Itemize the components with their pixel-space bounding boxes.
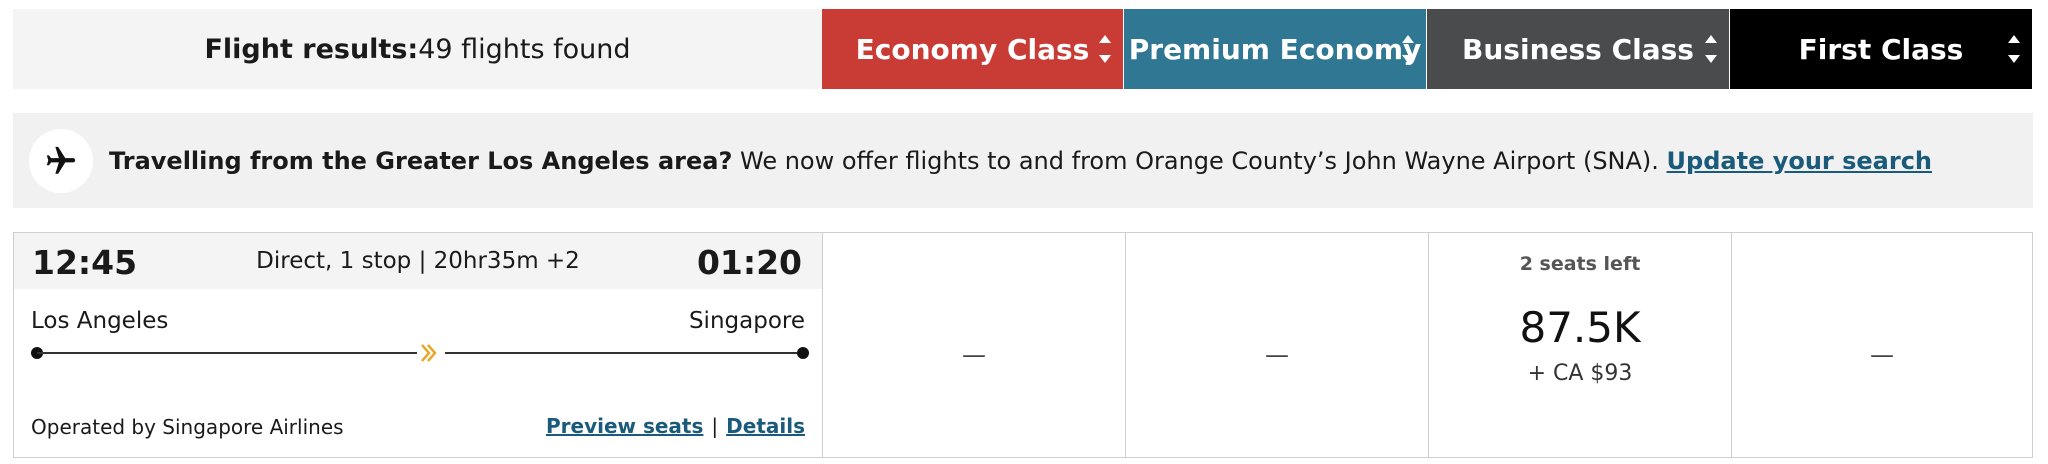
sort-arrows-icon	[1402, 35, 1416, 63]
flight-times-bar: 12:45 Direct, 1 stop | 20hr35m +2 01:20	[14, 233, 822, 289]
economy-fare-cell: —	[823, 233, 1126, 457]
sort-arrows-icon	[2008, 35, 2022, 63]
sort-arrows-icon	[1705, 35, 1719, 63]
flight-links: Preview seats | Details	[546, 414, 805, 438]
operated-by: Operated by Singapore Airlines	[31, 415, 344, 439]
info-banner: Travelling from the Greater Los Angeles …	[13, 113, 2033, 208]
economy-unavailable: —	[962, 341, 986, 369]
preview-seats-link[interactable]: Preview seats	[546, 414, 703, 438]
flight-result-row: 12:45 Direct, 1 stop | 20hr35m +2 01:20 …	[13, 232, 2033, 458]
seats-left: 2 seats left	[1519, 253, 1641, 275]
results-summary: Flight results: 49 flights found	[13, 9, 822, 89]
banner-message: Travelling from the Greater Los Angeles …	[109, 147, 1932, 175]
sort-arrows-icon	[1099, 35, 1113, 63]
destination-city: Singapore	[688, 308, 805, 334]
flight-info: 12:45 Direct, 1 stop | 20hr35m +2 01:20 …	[14, 233, 823, 457]
banner-body-text: We now offer flights to and from Orange …	[732, 146, 1667, 175]
route-segment	[445, 352, 803, 354]
sort-economy-class[interactable]: Economy Class	[822, 9, 1123, 89]
economy-class-label: Economy Class	[855, 32, 1090, 66]
business-price: 87.5K	[1519, 303, 1641, 352]
premium-economy-label: Premium Economy	[1128, 32, 1422, 66]
first-unavailable: —	[1870, 341, 1894, 369]
premium-unavailable: —	[1265, 341, 1289, 369]
update-search-link[interactable]: Update your search	[1667, 147, 1932, 175]
results-count: 49 flights found	[418, 33, 631, 65]
flight-results-page: Flight results: 49 flights found Economy…	[0, 0, 2048, 464]
sort-business-class[interactable]: Business Class	[1427, 9, 1729, 89]
route-segment	[37, 352, 417, 354]
business-class-label: Business Class	[1462, 32, 1694, 66]
banner-bold-text: Travelling from the Greater Los Angeles …	[109, 146, 733, 175]
arrival-time: 01:20	[696, 243, 802, 282]
destination-dot	[797, 347, 809, 359]
details-link[interactable]: Details	[726, 414, 805, 438]
singapore-airlines-logo-icon	[419, 343, 443, 363]
route-line	[31, 343, 809, 363]
business-fare-cell[interactable]: 2 seats left 87.5K + CA $93	[1429, 233, 1732, 457]
premium-fare-cell: —	[1126, 233, 1429, 457]
business-tax: + CA $93	[1527, 361, 1633, 386]
sort-first-class[interactable]: First Class	[1730, 9, 2032, 89]
origin-city: Los Angeles	[31, 308, 169, 334]
first-class-label: First Class	[1798, 32, 1964, 66]
airplane-icon	[29, 128, 93, 193]
link-separator: |	[711, 414, 719, 438]
results-label: Flight results:	[204, 33, 419, 65]
sort-premium-economy[interactable]: Premium Economy	[1124, 9, 1426, 89]
first-fare-cell: —	[1732, 233, 2032, 457]
